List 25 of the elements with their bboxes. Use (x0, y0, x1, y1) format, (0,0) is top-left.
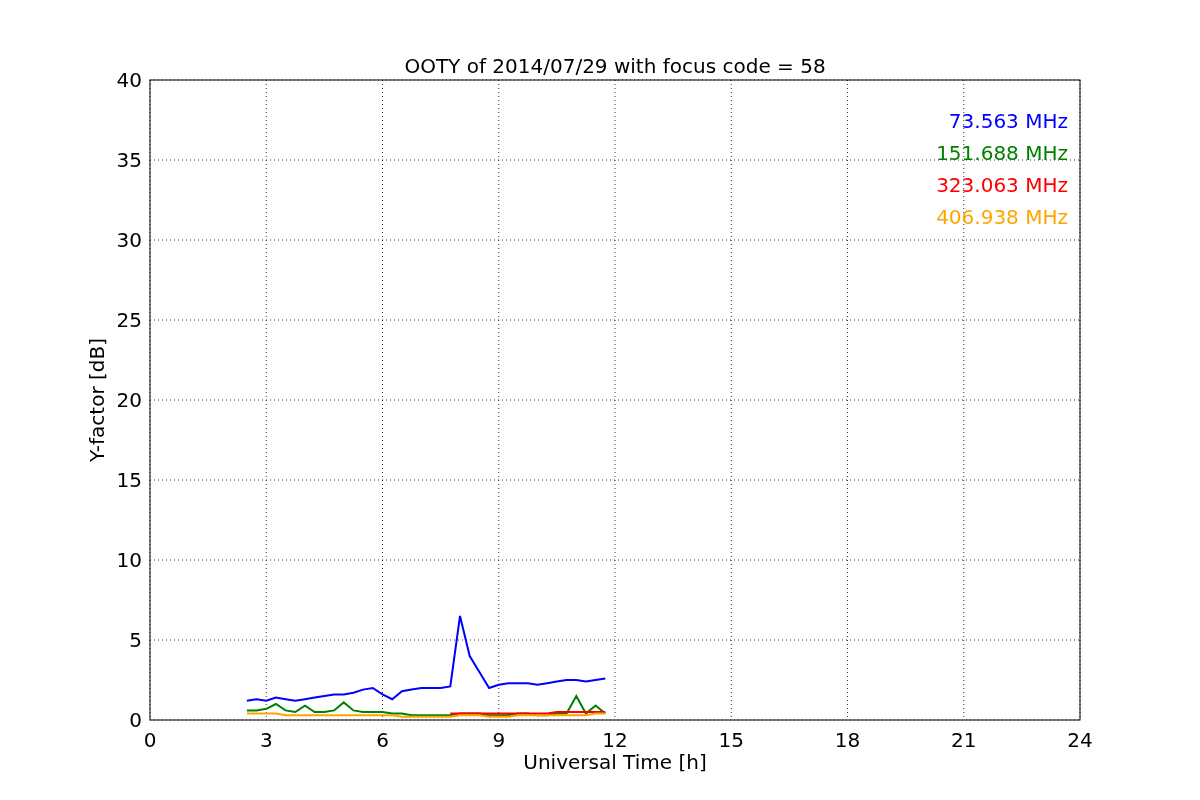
y-tick-label: 0 (129, 708, 142, 732)
legend-label: 151.688 MHz (936, 141, 1068, 165)
x-tick-label: 24 (1067, 728, 1093, 752)
legend-label: 406.938 MHz (936, 205, 1068, 229)
y-tick-label: 40 (116, 68, 142, 92)
x-tick-label: 6 (376, 728, 389, 752)
y-tick-label: 5 (129, 628, 142, 652)
x-tick-label: 12 (602, 728, 628, 752)
x-tick-label: 9 (492, 728, 506, 752)
legend-label: 73.563 MHz (948, 109, 1068, 133)
x-tick-label: 3 (259, 728, 273, 752)
y-tick-label: 20 (116, 388, 142, 412)
x-tick-label: 21 (951, 728, 977, 752)
x-tick-label: 15 (718, 728, 744, 752)
y-tick-label: 25 (116, 308, 142, 332)
chart-title: OOTY of 2014/07/29 with focus code = 58 (404, 54, 826, 78)
y-tick-label: 10 (116, 548, 142, 572)
legend-label: 323.063 MHz (936, 173, 1068, 197)
y-tick-label: 15 (116, 468, 142, 492)
y-axis-label: Y-factor [dB] (85, 338, 109, 462)
x-tick-label: 0 (143, 728, 157, 752)
y-tick-label: 35 (116, 148, 142, 172)
x-tick-label: 18 (834, 728, 861, 752)
x-axis-label: Universal Time [h] (523, 750, 707, 774)
y-tick-label: 30 (116, 228, 142, 252)
